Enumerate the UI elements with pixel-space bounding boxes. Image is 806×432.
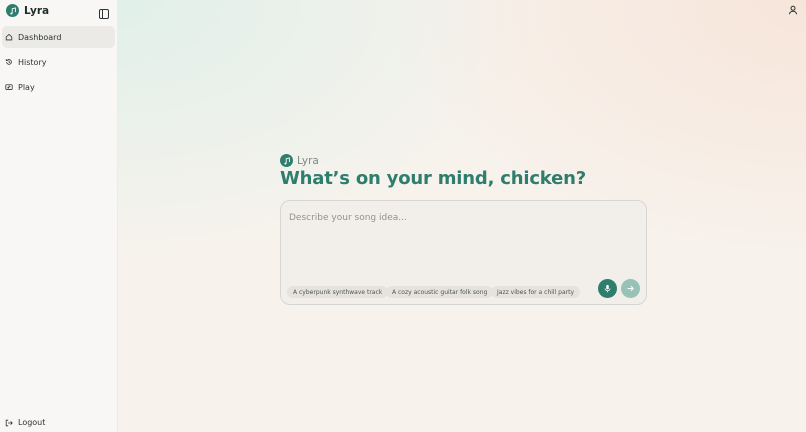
brand[interactable]: Lyra bbox=[6, 4, 49, 17]
main-area: Lyra What’s on your mind, chicken? A cyb… bbox=[118, 0, 806, 432]
sidebar-item-label: Dashboard bbox=[18, 32, 62, 42]
suggestion-chip[interactable]: A cyberpunk synthwave track bbox=[287, 286, 389, 298]
sidebar: Lyra Dashboard History Play Logout bbox=[0, 0, 118, 432]
user-account-icon[interactable] bbox=[786, 3, 800, 17]
logout-icon bbox=[5, 419, 13, 427]
sidebar-item-label: Play bbox=[18, 82, 35, 92]
logout-button[interactable]: Logout bbox=[2, 418, 45, 427]
assistant-brand: Lyra bbox=[280, 154, 319, 167]
prompt-composer: A cyberpunk synthwave track A cozy acous… bbox=[280, 200, 647, 305]
sidebar-item-label: History bbox=[18, 57, 47, 67]
music-library-icon bbox=[5, 83, 13, 91]
send-button[interactable] bbox=[621, 279, 640, 298]
page-title: What’s on your mind, chicken? bbox=[280, 168, 586, 189]
music-note-logo-icon bbox=[280, 154, 293, 167]
brand-name: Lyra bbox=[24, 4, 50, 17]
sidebar-item-history[interactable]: History bbox=[2, 51, 115, 73]
assistant-name: Lyra bbox=[297, 154, 319, 167]
logout-label: Logout bbox=[18, 418, 46, 427]
sidebar-item-play[interactable]: Play bbox=[2, 76, 115, 98]
sidebar-toggle-icon[interactable] bbox=[98, 5, 110, 19]
microphone-icon bbox=[604, 284, 611, 293]
microphone-button[interactable] bbox=[598, 279, 617, 298]
suggestion-chip[interactable]: A cozy acoustic guitar folk song bbox=[386, 286, 494, 298]
suggestion-chip[interactable]: Jazz vibes for a chill party bbox=[491, 286, 581, 298]
history-icon bbox=[5, 58, 13, 66]
home-icon bbox=[5, 33, 13, 41]
arrow-right-icon bbox=[627, 285, 634, 292]
sidebar-item-dashboard[interactable]: Dashboard bbox=[2, 26, 115, 48]
song-idea-input[interactable] bbox=[289, 208, 629, 228]
music-note-logo-icon bbox=[6, 4, 19, 17]
